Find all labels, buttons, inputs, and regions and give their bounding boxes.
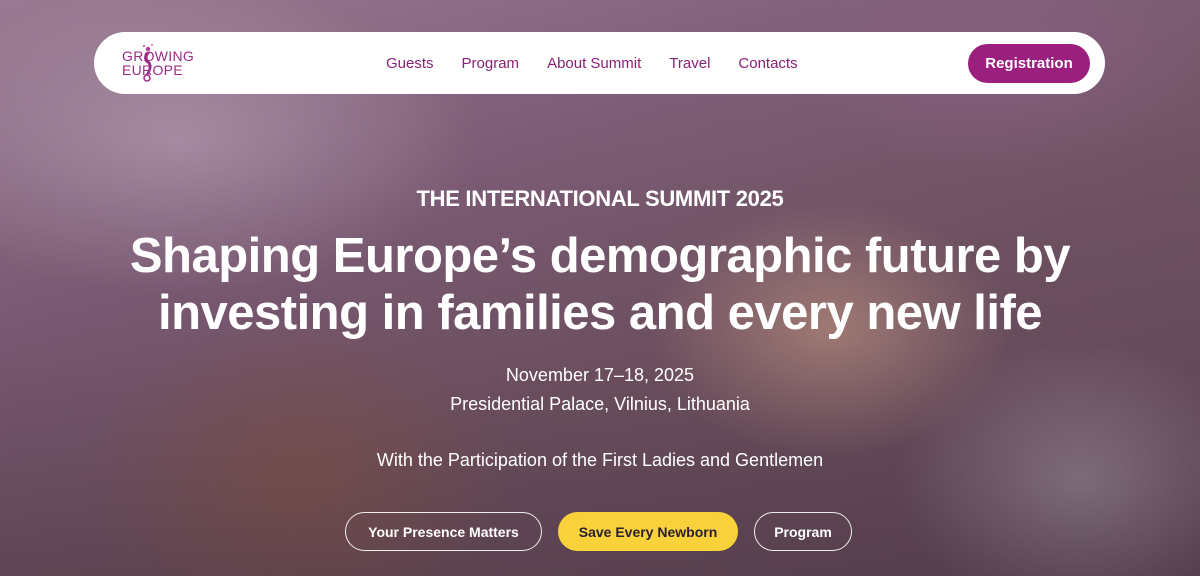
main-menu: Guests Program About Summit Travel Conta…: [386, 32, 798, 94]
growing-europe-logo[interactable]: GROWING EUROPE: [120, 44, 210, 82]
participation-note: With the Participation of the First Ladi…: [376, 450, 824, 470]
save-every-newborn-button[interactable]: Save Every Newborn: [558, 512, 738, 551]
logo-text-line1: GROWING: [122, 48, 195, 64]
event-venue: Presidential Palace, Vilnius, Lithuania: [450, 394, 750, 414]
nav-link-guests[interactable]: Guests: [386, 55, 434, 72]
top-navigation-bar: GROWING EUROPE Guests Program About Summ…: [94, 32, 1105, 94]
your-presence-matters-button[interactable]: Your Presence Matters: [345, 512, 542, 551]
summit-eyebrow: THE INTERNATIONAL SUMMIT 2025: [416, 186, 784, 211]
hero-headline: Shaping Europe’s demographic future by i…: [40, 228, 1160, 342]
nav-link-contacts[interactable]: Contacts: [738, 55, 797, 72]
event-date: November 17–18, 2025: [505, 365, 695, 385]
nav-link-program[interactable]: Program: [462, 55, 520, 72]
logo-text-line2: EUROPE: [122, 62, 183, 78]
headline-line-2: investing in families and every new life: [157, 286, 1043, 340]
nav-link-about-summit[interactable]: About Summit: [547, 55, 641, 72]
headline-line-1: Shaping Europe’s demographic future by: [129, 229, 1071, 283]
registration-button[interactable]: Registration: [968, 44, 1090, 83]
hero-cta-group: Your Presence Matters Save Every Newborn…: [0, 512, 1200, 551]
program-button[interactable]: Program: [754, 512, 852, 551]
nav-link-travel[interactable]: Travel: [669, 55, 710, 72]
